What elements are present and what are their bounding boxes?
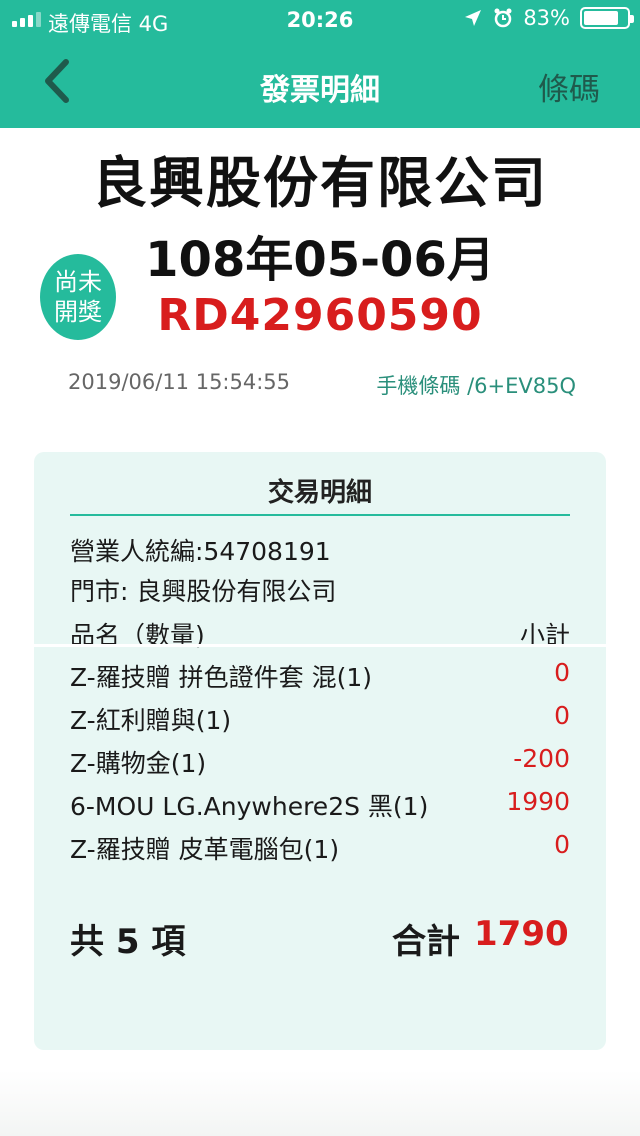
item-subtotal: 0: [554, 701, 570, 730]
item-name: Z-紅利贈與(1): [70, 706, 232, 735]
barcode-button[interactable]: 條碼: [538, 64, 600, 109]
item-list: Z-羅技贈 拼色證件套 混(1) 0 Z-紅利贈與(1) 0 Z-購物金(1) …: [70, 652, 570, 867]
header-bar: 遠傳電信 4G 20:26 83% 發票明細 條碼: [0, 0, 640, 128]
item-name: Z-羅技贈 拼色證件套 混(1): [70, 663, 373, 692]
card-title: 交易明細: [267, 478, 372, 508]
invoice-number: RD42960590: [157, 290, 483, 341]
list-item: Z-羅技贈 皮革電腦包(1) 0: [70, 824, 570, 867]
location-icon: [465, 10, 482, 26]
item-subtotal: -200: [513, 744, 570, 773]
total-label: 合計: [392, 922, 460, 962]
bottom-area: [0, 1070, 640, 1136]
carrier-info: 手機條碼 /6+EV85Q: [376, 374, 576, 398]
item-name: Z-羅技贈 皮革電腦包(1): [70, 835, 340, 864]
alarm-icon: [494, 8, 512, 28]
header-divider: [34, 644, 606, 647]
item-subtotal: 0: [554, 830, 570, 859]
list-item: Z-紅利贈與(1) 0: [70, 695, 570, 738]
item-subtotal: 1990: [506, 787, 570, 816]
item-count: 共 5 項: [70, 922, 186, 962]
list-item: Z-羅技贈 拼色證件套 混(1) 0: [70, 652, 570, 695]
transaction-detail-card: 交易明細 營業人統編:54708191 門市: 良興股份有限公司 品名（數量) …: [34, 452, 606, 1050]
card-divider: [70, 514, 570, 516]
item-name: Z-購物金(1): [70, 749, 207, 778]
item-name: 6-MOU LG.Anywhere2S 黑(1): [70, 792, 429, 821]
store-name: 門市: 良興股份有限公司: [70, 577, 337, 606]
item-subtotal: 0: [554, 658, 570, 687]
seller-id: 營業人統編:54708191: [70, 537, 331, 566]
invoice-datetime: 2019/06/11 15:54:55: [68, 370, 291, 394]
total-value: 1790: [474, 914, 569, 954]
nav-bar: 發票明細 條碼: [0, 40, 640, 128]
list-item: 6-MOU LG.Anywhere2S 黑(1) 1990: [70, 781, 570, 824]
battery-percent: 83%: [523, 6, 570, 30]
company-name: 良興股份有限公司: [91, 151, 548, 215]
battery-icon: [580, 7, 634, 29]
status-bar: 遠傳電信 4G 20:26 83%: [0, 0, 640, 40]
list-item: Z-購物金(1) -200: [70, 738, 570, 781]
status-right: 83%: [463, 6, 634, 30]
